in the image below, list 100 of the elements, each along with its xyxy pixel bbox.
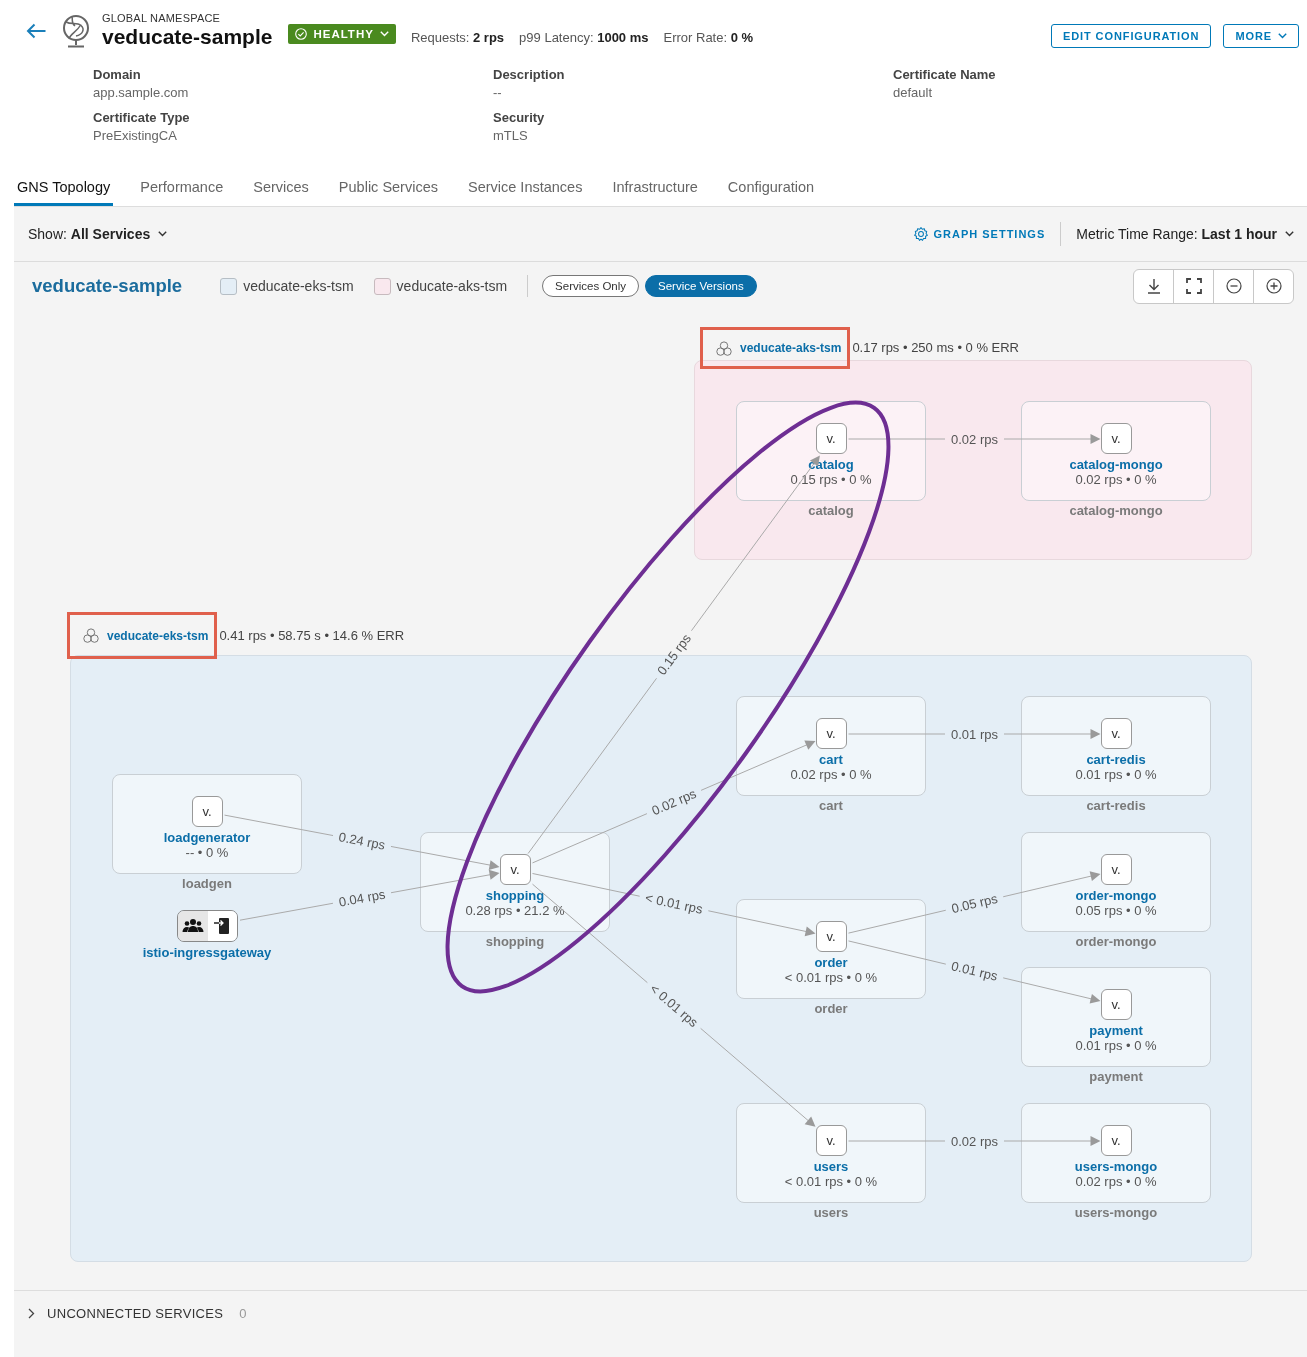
version-tag: v. bbox=[1100, 989, 1132, 1020]
service-caption: catalog-mongo bbox=[1069, 503, 1163, 519]
graph-title: veducate-sample bbox=[32, 274, 183, 299]
version-tag: v. bbox=[499, 854, 531, 885]
service-caption: users bbox=[813, 1205, 849, 1221]
field-label: Security bbox=[493, 109, 546, 127]
service-stats: 0.05 rps • 0 % bbox=[1075, 903, 1157, 918]
chevron-down-icon bbox=[379, 31, 389, 37]
field-label: Description bbox=[493, 66, 566, 84]
service-name[interactable]: cart bbox=[819, 752, 843, 767]
service-name[interactable]: catalog bbox=[808, 457, 854, 472]
health-status-dropdown[interactable]: HEALTHY bbox=[288, 24, 396, 44]
service-stats: 0.02 rps • 0 % bbox=[1075, 472, 1157, 487]
section-toggle[interactable]: UNCONNECTED SERVICES bbox=[28, 1303, 224, 1324]
service-node[interactable]: v. cart-redis 0.01 rps • 0 % bbox=[1021, 696, 1211, 796]
service-node[interactable]: v. order < 0.01 rps • 0 % bbox=[736, 899, 926, 999]
cluster-icon bbox=[716, 340, 732, 356]
service-name[interactable]: shopping bbox=[485, 888, 545, 903]
service-name[interactable]: users bbox=[813, 1159, 849, 1174]
edge-label: 0.01 rps bbox=[951, 726, 998, 742]
tab[interactable]: Infrastructure bbox=[609, 172, 701, 206]
zoom-in-button[interactable] bbox=[1253, 268, 1294, 304]
service-node[interactable]: v. catalog 0.15 rps • 0 % bbox=[736, 401, 926, 501]
service-stats: -- • 0 % bbox=[185, 845, 229, 860]
service-stats: 0.02 rps • 0 % bbox=[790, 767, 872, 782]
field-label: Certificate Type bbox=[93, 109, 191, 127]
field-value: PreExistingCA bbox=[93, 127, 178, 145]
field-label: Domain bbox=[93, 66, 142, 84]
view-toggle[interactable]: Service Versions bbox=[645, 275, 757, 297]
gateway-node[interactable] bbox=[177, 910, 238, 942]
edge-label: 0.24 rps bbox=[337, 829, 387, 853]
metric-text: Error Rate: 0 % bbox=[663, 29, 754, 47]
metric-text: p99 Latency: 1000 ms bbox=[519, 29, 649, 47]
field-value: mTLS bbox=[493, 127, 529, 145]
service-node[interactable]: v. cart 0.02 rps • 0 % bbox=[736, 696, 926, 796]
service-name[interactable]: loadgenerator bbox=[163, 830, 251, 845]
service-caption: cart-redis bbox=[1086, 798, 1146, 814]
service-name[interactable]: cart-redis bbox=[1086, 752, 1146, 767]
count-label: 0 bbox=[239, 1304, 247, 1323]
service-caption: order-mongo bbox=[1075, 934, 1157, 950]
tab[interactable]: Services bbox=[250, 172, 312, 206]
check-circle-icon bbox=[295, 28, 308, 40]
version-tag: v. bbox=[815, 423, 847, 454]
tab[interactable]: Performance bbox=[137, 172, 227, 206]
back-button[interactable] bbox=[26, 23, 46, 39]
service-node[interactable]: v. shopping 0.28 rps • 21.2 % bbox=[420, 832, 610, 932]
cluster-name[interactable]: veducate-aks-tsm bbox=[740, 339, 842, 357]
cluster-stats: 0.41 rps • 58.75 s • 14.6 % ERR bbox=[219, 626, 405, 645]
field-value: default bbox=[893, 84, 934, 102]
zoom-out-button[interactable] bbox=[1213, 268, 1254, 304]
edge-label: 0.02 rps bbox=[649, 785, 699, 819]
service-node[interactable]: v. catalog-mongo 0.02 rps • 0 % bbox=[1021, 401, 1211, 501]
service-node[interactable]: v. loadgenerator -- • 0 % bbox=[112, 774, 302, 874]
service-name[interactable]: users-mongo bbox=[1074, 1159, 1158, 1174]
dropdown-button[interactable]: MORE bbox=[1223, 24, 1299, 48]
download-button[interactable] bbox=[1133, 268, 1174, 304]
back-arrow-icon bbox=[26, 23, 46, 39]
service-caption: cart bbox=[819, 798, 843, 814]
tab[interactable]: Service Instances bbox=[465, 172, 586, 206]
service-name[interactable]: order bbox=[814, 955, 848, 970]
globe-icon bbox=[61, 14, 91, 48]
field-label: Certificate Name bbox=[893, 66, 997, 84]
version-tag: v. bbox=[815, 1125, 847, 1156]
page-title: veducate-sample bbox=[102, 25, 273, 49]
cluster-stats: 0.17 rps • 250 ms • 0 % ERR bbox=[852, 339, 1019, 358]
edge-label: 0.04 rps bbox=[337, 886, 387, 910]
graph-settings-button[interactable]: GRAPH SETTINGS bbox=[914, 225, 1046, 243]
service-node[interactable]: v. order-mongo 0.05 rps • 0 % bbox=[1021, 832, 1211, 932]
zoom-in-icon bbox=[1265, 278, 1282, 294]
service-caption: loadgen bbox=[182, 876, 232, 892]
view-toggle[interactable]: Services Only bbox=[542, 275, 640, 297]
version-tag: v. bbox=[815, 718, 847, 749]
version-tag: v. bbox=[1100, 1125, 1132, 1156]
edge-label: < 0.01 rps bbox=[644, 890, 704, 917]
people-icon bbox=[178, 911, 208, 941]
edge-label: 0.02 rps bbox=[951, 431, 998, 447]
service-node[interactable]: v. users < 0.01 rps • 0 % bbox=[736, 1103, 926, 1203]
action-button[interactable]: EDIT CONFIGURATION bbox=[1051, 24, 1212, 48]
service-node[interactable]: v. users-mongo 0.02 rps • 0 % bbox=[1021, 1103, 1211, 1203]
service-name[interactable]: order-mongo bbox=[1075, 888, 1157, 903]
service-name[interactable]: istio-ingressgateway bbox=[142, 945, 272, 961]
service-caption: catalog bbox=[808, 503, 854, 519]
service-stats: 0.01 rps • 0 % bbox=[1075, 767, 1157, 782]
tab[interactable]: Configuration bbox=[724, 172, 818, 206]
cluster-name[interactable]: veducate-eks-tsm bbox=[107, 626, 209, 645]
service-stats: < 0.01 rps • 0 % bbox=[784, 970, 878, 985]
time-range-dropdown[interactable]: Metric Time Range: Last 1 hour bbox=[1076, 223, 1294, 245]
door-enter-icon bbox=[208, 911, 237, 941]
fit-screen-icon bbox=[1185, 278, 1202, 294]
version-tag: v. bbox=[1100, 718, 1132, 749]
service-stats: 0.01 rps • 0 % bbox=[1075, 1038, 1157, 1053]
service-name[interactable]: catalog-mongo bbox=[1069, 457, 1163, 472]
service-node[interactable]: v. payment 0.01 rps • 0 % bbox=[1021, 967, 1211, 1067]
legend-label: veducate-aks-tsm bbox=[396, 276, 508, 296]
fit-to-screen-button[interactable] bbox=[1173, 268, 1214, 304]
tab[interactable]: Public Services bbox=[335, 172, 441, 206]
service-name[interactable]: payment bbox=[1089, 1023, 1143, 1038]
service-caption: payment bbox=[1089, 1069, 1143, 1085]
filter-dropdown[interactable]: Show: All Services bbox=[28, 223, 168, 245]
cluster-icon bbox=[83, 628, 99, 643]
